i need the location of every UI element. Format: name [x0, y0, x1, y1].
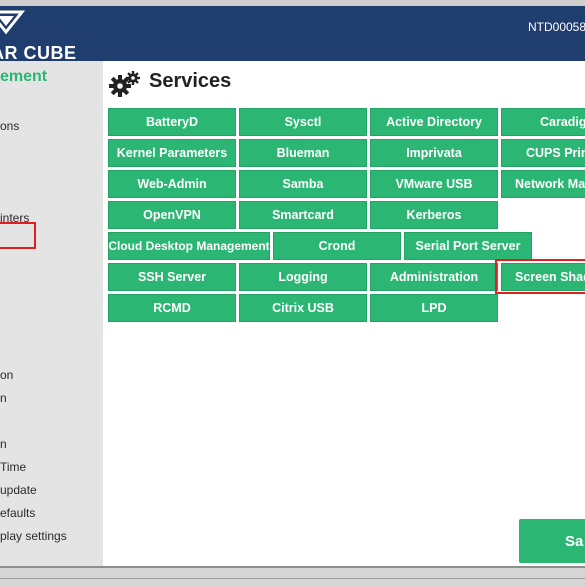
sidebar-item-n[interactable]: n [0, 391, 7, 405]
logo-icon [0, 10, 26, 35]
service-web-admin-button[interactable]: Web-Admin [108, 170, 236, 198]
header-bar: AR CUBE NTD00058 [0, 6, 585, 63]
sidebar-item-time[interactable]: Time [0, 460, 26, 474]
save-button[interactable]: Sa [519, 519, 585, 563]
sidebar-item-on[interactable]: on [0, 368, 13, 382]
service-active-directory-button[interactable]: Active Directory [370, 108, 498, 136]
service-smartcard-button[interactable]: Smartcard [239, 201, 367, 229]
service-vmware-usb-button[interactable]: VMware USB [370, 170, 498, 198]
sidebar-item-defaults[interactable]: efaults [0, 506, 35, 520]
window-bottom-border [0, 566, 585, 587]
window-frame: AR CUBE NTD00058 ement ons inters on n n… [0, 0, 585, 587]
service-screen-shade-button[interactable]: Screen Shade [501, 263, 585, 291]
service-cloud-desktop-management-button[interactable]: Cloud Desktop Management [108, 232, 270, 260]
sidebar-selection-highlight [0, 222, 36, 249]
service-administration-button[interactable]: Administration [370, 263, 498, 291]
service-blueman-button[interactable]: Blueman [239, 139, 367, 167]
service-logging-button[interactable]: Logging [239, 263, 367, 291]
service-ssh-server-button[interactable]: SSH Server [108, 263, 236, 291]
service-sysctl-button[interactable]: Sysctl [239, 108, 367, 136]
service-openvpn-button[interactable]: OpenVPN [108, 201, 236, 229]
service-kernel-parameters-button[interactable]: Kernel Parameters [108, 139, 236, 167]
service-serial-port-server-button[interactable]: Serial Port Server [404, 232, 532, 260]
sidebar-item-display-settings[interactable]: play settings [0, 529, 67, 543]
service-imprivata-button[interactable]: Imprivata [370, 139, 498, 167]
service-network-manager-button[interactable]: Network Mar [501, 170, 585, 198]
service-caradigm-button[interactable]: Caradign [501, 108, 585, 136]
device-name: NTD00058 [528, 20, 585, 34]
service-samba-button[interactable]: Samba [239, 170, 367, 198]
service-crond-button[interactable]: Crond [273, 232, 401, 260]
sidebar-item-update[interactable]: update [0, 483, 37, 497]
service-cups-print-button[interactable]: CUPS Print [501, 139, 585, 167]
service-rcmd-button[interactable]: RCMD [108, 294, 236, 322]
sidebar-title: ement [0, 68, 48, 85]
sidebar-item-n2[interactable]: n [0, 437, 7, 451]
service-citrix-usb-button[interactable]: Citrix USB [239, 294, 367, 322]
service-batteryd-button[interactable]: BatteryD [108, 108, 236, 136]
main-panel: Services BatteryD Sysctl Active Director… [103, 61, 585, 566]
page-title: Services [149, 70, 232, 92]
gear-icon [109, 71, 140, 97]
sidebar-item-applications[interactable]: ons [0, 119, 19, 133]
sidebar: ement ons inters on n n Time update efau… [0, 61, 103, 566]
service-kerberos-button[interactable]: Kerberos [370, 201, 498, 229]
service-lpd-button[interactable]: LPD [370, 294, 498, 322]
